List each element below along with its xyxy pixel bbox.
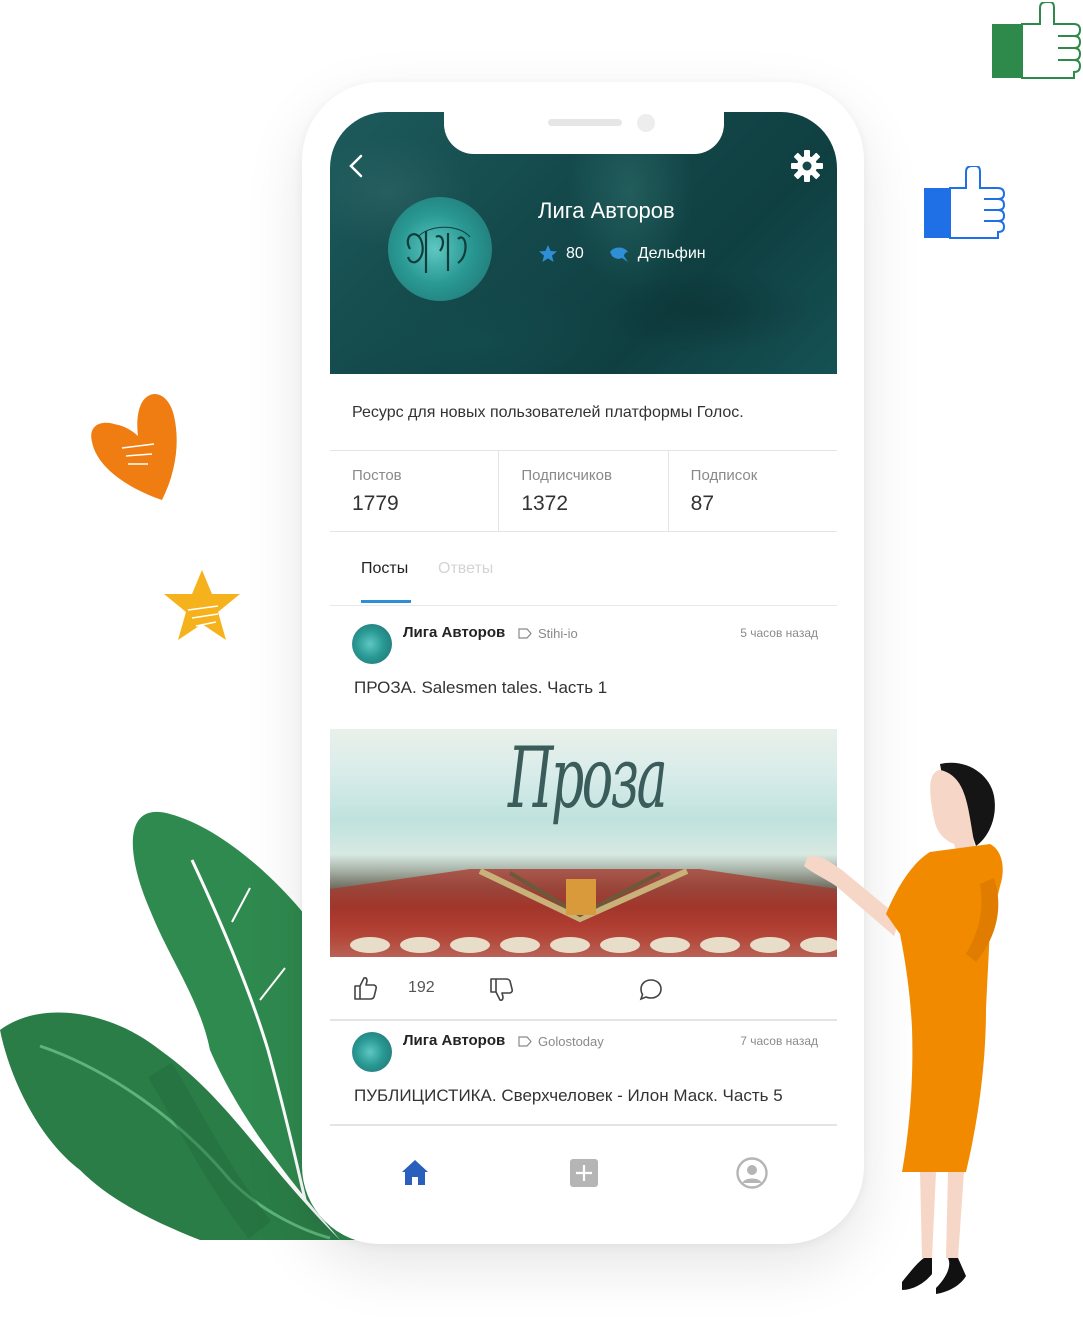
stat-value: 1779 [352, 492, 399, 515]
star-icon [539, 245, 557, 262]
phone-speaker [548, 119, 622, 126]
logo-monogram [406, 226, 471, 273]
post-actions: 192 [330, 957, 837, 1021]
stat-value: 1372 [521, 492, 569, 515]
profile-avatar[interactable] [388, 197, 492, 301]
dolphin-icon [609, 247, 628, 262]
tab-replies[interactable]: Ответы [438, 560, 493, 578]
stat-label: Подписчиков [521, 467, 612, 484]
phone-notch [444, 108, 724, 154]
profile-tabs: Посты Ответы [330, 530, 837, 606]
profile-meta: 80 Дельфин [538, 244, 706, 264]
rating-value: 80 [566, 245, 584, 262]
stat-label: Постов [352, 467, 402, 484]
profile-description: Ресурс для новых пользователей платформы… [352, 404, 744, 421]
post-image[interactable]: Проза [330, 729, 837, 957]
post-author[interactable]: Лига Авторов [403, 1032, 505, 1049]
typewriter-illustration [330, 868, 837, 957]
back-button[interactable] [346, 152, 374, 180]
thumbs-up-icon [354, 977, 378, 1000]
comment-icon [639, 979, 662, 1001]
stat-posts[interactable]: Постов 1779 [330, 451, 500, 531]
heart-icon [91, 394, 177, 500]
stat-followers[interactable]: Подписчиков 1372 [499, 451, 669, 531]
tag-icon [518, 628, 532, 639]
thumbs-down-icon [490, 978, 514, 1001]
post-tag-label: Stihi-io [538, 626, 578, 641]
gear-icon [791, 150, 823, 182]
active-tab-indicator [361, 600, 411, 603]
chevron-left-icon [349, 154, 363, 178]
post-image-caption: Проза [508, 729, 668, 827]
settings-button[interactable] [790, 149, 824, 183]
stat-value: 87 [690, 492, 715, 515]
dislike-button[interactable] [488, 977, 514, 1008]
post-time: 5 часов назад [740, 626, 818, 640]
user-circle-icon [736, 1157, 768, 1189]
post-header: Лига Авторов Golostoday 7 часов назад [330, 1032, 837, 1082]
profile-name: Лига Авторов [538, 198, 675, 223]
woman-illustration [804, 762, 1003, 1294]
nav-home[interactable] [398, 1156, 432, 1190]
author-avatar[interactable] [352, 1032, 392, 1072]
profile-stats: Постов 1779 Подписчиков 1372 Подписок 87 [330, 450, 837, 532]
star-icon [164, 570, 240, 640]
stat-following[interactable]: Подписок 87 [669, 451, 837, 531]
home-icon [402, 1160, 428, 1185]
post-title[interactable]: ПУБЛИЦИСТИКА. Сверхчеловек - Илон Маск. … [354, 1086, 783, 1106]
author-avatar[interactable] [352, 624, 392, 664]
rank-label: Дельфин [637, 245, 706, 262]
thumbs-up-icon [992, 2, 1082, 79]
comment-button[interactable] [638, 977, 664, 1008]
bottom-navigation [330, 1124, 837, 1224]
phone-camera [637, 114, 655, 132]
nav-create-post[interactable] [567, 1156, 601, 1190]
post-title[interactable]: ПРОЗА. Salesmen tales. Часть 1 [354, 678, 607, 698]
post-author[interactable]: Лига Авторов [403, 624, 505, 641]
tab-posts[interactable]: Посты [361, 560, 408, 578]
like-button[interactable] [352, 975, 378, 1006]
stat-label: Подписок [690, 467, 758, 484]
tag-icon [518, 1036, 532, 1047]
like-count: 192 [408, 979, 435, 996]
post-tag[interactable]: Golostoday [518, 1034, 604, 1049]
app-screen: Лига Авторов 80 Дельфин Ресурс для новых… [330, 112, 837, 1224]
thumbs-up-icon [924, 166, 1006, 239]
nav-profile[interactable] [735, 1156, 769, 1190]
post-header: Лига Авторов Stihi-io 5 часов назад [330, 624, 837, 674]
post-tag-label: Golostoday [538, 1034, 604, 1049]
plus-square-icon [570, 1159, 598, 1187]
post-tag[interactable]: Stihi-io [518, 626, 578, 641]
